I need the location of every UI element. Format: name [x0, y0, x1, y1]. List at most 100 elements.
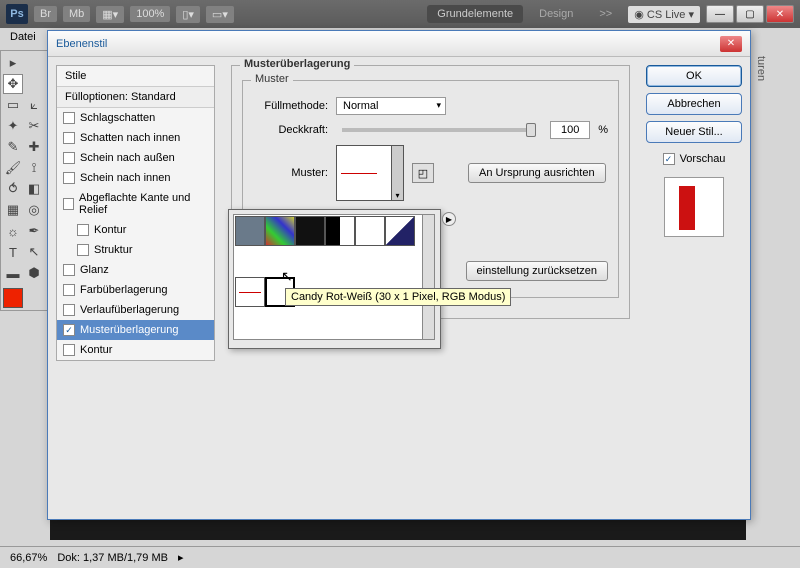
new-preset-button[interactable]: ◰ — [412, 163, 434, 183]
expand-icon[interactable]: ▸ — [3, 53, 23, 73]
pattern-swatch[interactable] — [295, 216, 325, 246]
blur-tool[interactable]: ◎ — [24, 200, 44, 220]
wand-tool[interactable]: ✦ — [3, 116, 23, 136]
style-label: Musterüberlagerung — [80, 324, 178, 336]
dodge-tool[interactable]: ☼ — [3, 221, 23, 241]
checkbox[interactable] — [77, 224, 89, 236]
maximize-button[interactable]: ▢ — [736, 5, 764, 23]
checkbox[interactable] — [63, 284, 75, 296]
style-satin[interactable]: Glanz — [57, 260, 214, 280]
new-style-button[interactable]: Neuer Stil... — [646, 121, 742, 143]
style-outer-glow[interactable]: Schein nach außen — [57, 148, 214, 168]
picker-scrollbar[interactable] — [423, 214, 435, 340]
status-bar: 66,67% Dok: 1,37 MB/1,79 MB ▸ — [0, 546, 800, 568]
blend-options[interactable]: Fülloptionen: Standard — [57, 87, 214, 108]
style-label: Abgeflachte Kante und Relief — [79, 192, 208, 216]
checkbox[interactable] — [77, 244, 89, 256]
heal-tool[interactable]: ✚ — [24, 137, 44, 157]
opacity-input[interactable] — [550, 121, 590, 139]
right-panel: turen — [748, 50, 800, 510]
preview-toggle[interactable]: ✓ Vorschau — [646, 153, 742, 165]
opacity-slider[interactable] — [342, 128, 536, 132]
stamp-tool[interactable]: ⟟ — [24, 158, 44, 178]
style-drop-shadow[interactable]: Schlagschatten — [57, 108, 214, 128]
style-inner-shadow[interactable]: Schatten nach innen — [57, 128, 214, 148]
cancel-button[interactable]: Abbrechen — [646, 93, 742, 115]
checkbox[interactable] — [63, 172, 75, 184]
pattern-swatch[interactable] — [325, 216, 355, 246]
menu-file[interactable]: Datei — [10, 31, 36, 43]
checkbox[interactable] — [63, 264, 75, 276]
checkbox-checked[interactable]: ✓ — [63, 324, 75, 336]
pattern-swatch[interactable] — [235, 277, 265, 307]
shape-tool[interactable]: ▬ — [3, 263, 23, 283]
ok-button[interactable]: OK — [646, 65, 742, 87]
brush-tool[interactable]: 🖌 — [3, 158, 23, 178]
slider-thumb[interactable] — [526, 123, 536, 137]
checkbox[interactable] — [63, 132, 75, 144]
style-label: Schatten nach innen — [80, 132, 180, 144]
zoom-level[interactable]: 100% — [130, 6, 170, 22]
minimize-button[interactable]: — — [706, 5, 734, 23]
window-controls: — ▢ ✕ — [706, 5, 794, 23]
type-tool[interactable]: T — [3, 242, 23, 262]
style-color-overlay[interactable]: Farbüberlagerung — [57, 280, 214, 300]
style-gradient-overlay[interactable]: Verlaufüberlagerung — [57, 300, 214, 320]
pen-tool[interactable]: ✒ — [24, 221, 44, 241]
doc-size[interactable]: Dok: 1,37 MB/1,79 MB — [57, 552, 168, 564]
checkbox[interactable] — [63, 344, 75, 356]
dialog-close-button[interactable]: ✕ — [720, 36, 742, 52]
workspace-tab-design[interactable]: Design — [529, 5, 583, 23]
marquee-tool[interactable]: ▭ — [3, 95, 23, 115]
opacity-label: Deckkraft: — [253, 124, 328, 136]
style-contour[interactable]: Kontur — [57, 220, 214, 240]
pattern-swatch[interactable] — [385, 216, 415, 246]
workspace-tab-grundelemente[interactable]: Grundelemente — [427, 5, 523, 23]
style-label: Schein nach innen — [80, 172, 171, 184]
path-tool[interactable]: ↖ — [24, 242, 44, 262]
reset-button[interactable]: einstellung zurücksetzen — [466, 261, 608, 281]
close-button[interactable]: ✕ — [766, 5, 794, 23]
style-inner-glow[interactable]: Schein nach innen — [57, 168, 214, 188]
style-stroke[interactable]: Kontur — [57, 340, 214, 360]
eraser-tool[interactable]: ◧ — [24, 179, 44, 199]
app-logo: Ps — [6, 4, 28, 24]
pattern-swatch[interactable] — [355, 216, 385, 246]
pattern-swatch[interactable] — [235, 216, 265, 246]
move-tool[interactable]: ✥ — [3, 74, 23, 94]
guides-button[interactable]: ▭▾ — [206, 6, 234, 23]
eyedropper-tool[interactable]: ✎ — [3, 137, 23, 157]
lasso-tool[interactable]: ⟀ — [24, 95, 44, 115]
style-bevel[interactable]: Abgeflachte Kante und Relief — [57, 188, 214, 220]
minibridge-button[interactable]: Mb — [63, 6, 90, 22]
history-tool[interactable]: ⥀ — [3, 179, 23, 199]
checkbox[interactable] — [63, 112, 75, 124]
picker-flyout-icon[interactable]: ▶ — [442, 212, 456, 226]
zoom-readout[interactable]: 66,67% — [10, 552, 47, 564]
pattern-swatches — [233, 214, 423, 340]
crop-tool[interactable]: ✂ — [24, 116, 44, 136]
style-texture[interactable]: Struktur — [57, 240, 214, 260]
bridge-button[interactable]: Br — [34, 6, 57, 22]
blend-mode-select[interactable]: Normal — [336, 97, 446, 115]
checkbox-checked[interactable]: ✓ — [663, 153, 675, 165]
chevron-right-icon[interactable]: ▸ — [178, 551, 184, 564]
workspace-more[interactable]: >> — [589, 5, 622, 23]
style-pattern-overlay[interactable]: ✓ Musterüberlagerung — [57, 320, 214, 340]
checkbox[interactable] — [63, 304, 75, 316]
pattern-swatch[interactable] — [265, 216, 295, 246]
foreground-color[interactable] — [3, 288, 23, 308]
gradient-tool[interactable]: ▦ — [3, 200, 23, 220]
pattern-dropdown-icon[interactable]: ▾ — [392, 145, 404, 201]
3d-tool[interactable]: ⬢ — [24, 263, 44, 283]
checkbox[interactable] — [63, 152, 75, 164]
screen-mode-button[interactable]: ▦▾ — [96, 6, 124, 23]
tools-panel: ▸ ✥ ▭ ⟀ ✦ ✂ ✎ ✚ 🖌 ⟟ ⥀ ◧ ▦ ◎ ☼ ✒ T ↖ ▬ ⬢ — [0, 50, 48, 311]
pattern-preview[interactable] — [336, 145, 392, 201]
checkbox[interactable] — [63, 198, 74, 210]
style-label: Kontur — [80, 344, 112, 356]
cslive-button[interactable]: ◉ CS Live ▾ — [628, 6, 700, 23]
panel-tab-label[interactable]: turen — [749, 50, 773, 87]
arrange-button[interactable]: ▯▾ — [176, 6, 200, 23]
snap-origin-button[interactable]: An Ursprung ausrichten — [468, 163, 606, 183]
